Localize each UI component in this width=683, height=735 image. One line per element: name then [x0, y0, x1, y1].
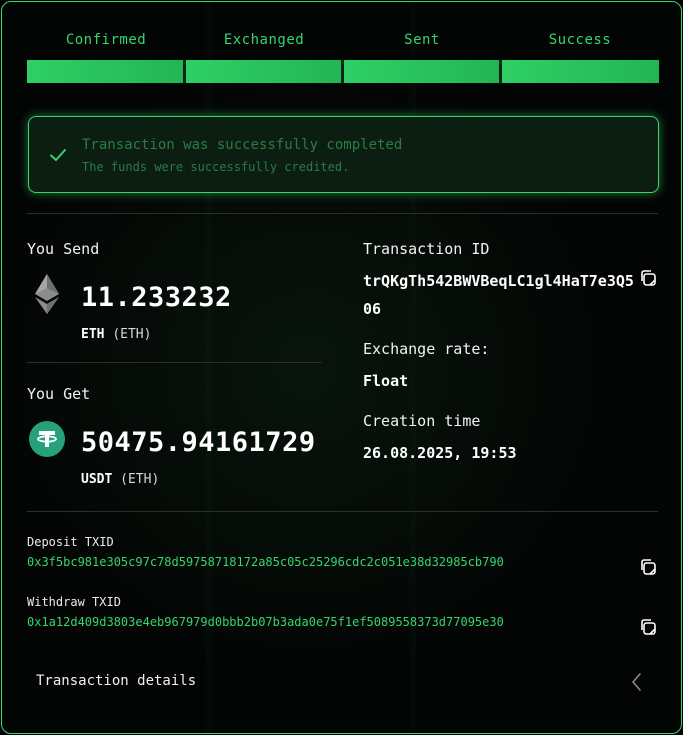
tether-icon: [29, 421, 65, 457]
withdraw-txid-label: Withdraw TXID: [27, 595, 121, 609]
send-currency: ETH: [81, 327, 105, 342]
transaction-id-label: Transaction ID: [363, 240, 490, 258]
divider: [27, 362, 322, 363]
success-subtitle: The funds were successfully credited.: [82, 160, 350, 174]
ethereum-icon: [35, 274, 59, 314]
step-label: Sent: [404, 32, 440, 48]
send-label: You Send: [27, 240, 100, 258]
transaction-id-line2: 06: [363, 300, 382, 318]
get-ticker: USDT (ETH): [81, 472, 159, 487]
divider: [27, 213, 658, 214]
send-ticker: ETH (ETH): [81, 327, 151, 342]
chevron-left-icon[interactable]: [630, 672, 644, 692]
transaction-card: Confirmed Exchanged Sent Success Transac…: [1, 1, 682, 734]
copy-icon[interactable]: [639, 558, 657, 576]
withdraw-txid-hash[interactable]: 0x1a12d409d3803e4eb967979d0bbb2b07b3ada0…: [27, 615, 504, 629]
copy-icon[interactable]: [639, 618, 657, 636]
step-confirmed: Confirmed: [27, 31, 185, 83]
get-label: You Get: [27, 385, 91, 403]
deposit-txid-label: Deposit TXID: [27, 535, 114, 549]
copy-icon[interactable]: [639, 269, 657, 287]
step-label: Success: [548, 32, 612, 48]
exchange-rate-label: Exchange rate:: [363, 340, 490, 358]
step-bar: [27, 60, 185, 83]
divider: [27, 511, 658, 512]
send-amount: 11.233232: [81, 282, 232, 313]
step-success: Success: [501, 31, 659, 83]
progress-stepper: Confirmed Exchanged Sent Success: [27, 31, 659, 83]
success-title: Transaction was successfully completed: [82, 137, 403, 153]
get-currency: USDT: [81, 472, 113, 487]
send-network: (ETH): [112, 327, 152, 342]
step-bar: [501, 60, 659, 83]
success-notice: Transaction was successfully completed T…: [28, 116, 659, 193]
transaction-details-toggle[interactable]: Transaction details: [36, 673, 196, 689]
step-label: Confirmed: [65, 32, 147, 48]
get-amount: 50475.94161729: [81, 427, 316, 458]
step-bar: [343, 60, 501, 83]
step-sent: Sent: [343, 31, 501, 83]
checkmark-icon: [50, 149, 66, 161]
deposit-txid-hash[interactable]: 0x3f5bc981e305c97c78d59758718172a85c05c2…: [27, 555, 504, 569]
creation-time-value: 26.08.2025, 19:53: [363, 444, 517, 462]
creation-time-label: Creation time: [363, 412, 481, 430]
exchange-rate-value: Float: [363, 372, 409, 390]
transaction-id-line1: trQKgTh542BWVBeqLC1gl4HaT7e3Q5: [363, 272, 634, 290]
get-network: (ETH): [120, 472, 160, 487]
step-label: Exchanged: [223, 32, 305, 48]
step-bar: [185, 60, 343, 83]
step-exchanged: Exchanged: [185, 31, 343, 83]
